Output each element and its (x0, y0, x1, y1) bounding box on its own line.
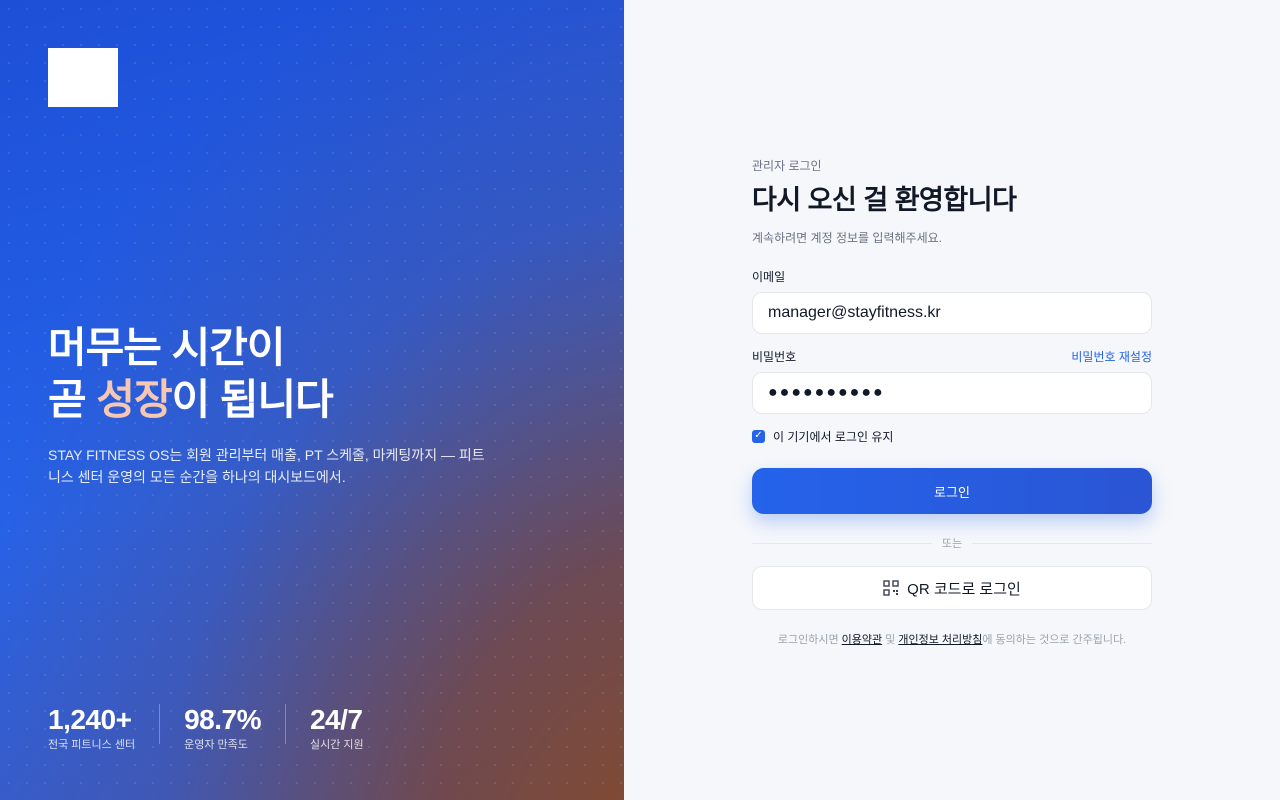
stat-centers: 1,240+ 전국 피트니스 센터 (48, 704, 161, 751)
password-field[interactable]: ●●●●●●●●●● (752, 372, 1152, 414)
stat-value: 24/7 (309, 704, 363, 735)
hero-title-line2: 곧 성장이 됩니다 (48, 374, 334, 426)
remember-me[interactable]: ✓ 이 기기에서 로그인 유지 (752, 428, 1152, 444)
hero-title-accent: 성장 (96, 376, 172, 423)
or-label: 또는 (941, 538, 963, 550)
terms-mid: 및 (882, 634, 899, 646)
login-subtitle: 계속하려면 계정 정보를 입력해주세요. (752, 231, 942, 245)
password-label: 비밀번호 (752, 349, 797, 364)
login-eyebrow: 관리자 로그인 (752, 159, 822, 173)
divider-line (972, 542, 1152, 544)
privacy-policy-link[interactable]: 개인정보 처리방침 (898, 634, 982, 646)
stats-row: 1,240+ 전국 피트니스 센터 98.7% 운영자 만족도 24/7 실시간… (48, 704, 412, 751)
qr-login-button[interactable]: QR 코드로 로그인 (752, 566, 1152, 610)
email-field[interactable]: manager@stayfitness.kr (752, 292, 1152, 334)
reset-password-link[interactable]: 비밀번호 재설정 (1071, 348, 1152, 365)
stat-label: 전국 피트니스 센터 (48, 739, 136, 751)
stat-satisfaction: 98.7% 운영자 만족도 (184, 704, 286, 751)
qr-code-icon (883, 580, 899, 596)
terms-post: 에 동의하는 것으로 간주됩니다. (982, 634, 1127, 646)
divider-line (752, 542, 932, 544)
password-label-row: 비밀번호 비밀번호 재설정 (752, 348, 1152, 364)
stat-value: 1,240+ (48, 704, 132, 735)
terms-pre: 로그인하시면 (777, 634, 842, 646)
hero-title-line1: 머무는 시간이 (48, 324, 286, 371)
or-divider: 또는 (752, 536, 1152, 550)
hero-description: STAY FITNESS OS는 회원 관리부터 매출, PT 스케줄, 마케팅… (48, 447, 485, 485)
terms-notice: 로그인하시면 이용약관 및 개인정보 처리방침에 동의하는 것으로 간주됩니다. (752, 632, 1152, 648)
hero-title-line2-post: 이 됩니다 (171, 376, 334, 423)
qr-login-label: QR 코드로 로그인 (907, 580, 1021, 598)
login-title: 다시 오신 걸 환영합니다 (752, 185, 1017, 215)
login-panel: 관리자 로그인 다시 오신 걸 환영합니다 계속하려면 계정 정보를 입력해주세… (624, 0, 1280, 800)
hero-title: 머무는 시간이 곧 성장이 됩니다 (48, 322, 334, 426)
stat-value: 98.7% (184, 704, 261, 735)
brand-logo (48, 48, 118, 107)
terms-of-service-link[interactable]: 이용약관 (842, 634, 882, 646)
stat-support: 24/7 실시간 지원 (309, 704, 388, 751)
hero-title-line2-pre: 곧 (48, 376, 97, 423)
stat-label: 운영자 만족도 (184, 739, 248, 751)
email-label-row: 이메일 (752, 268, 1152, 284)
login-form: 관리자 로그인 다시 오신 걸 환영합니다 계속하려면 계정 정보를 입력해주세… (752, 158, 1152, 648)
stat-label: 실시간 지원 (309, 739, 364, 751)
hero-panel: 머무는 시간이 곧 성장이 됩니다 STAY FITNESS OS는 회원 관리… (0, 0, 624, 800)
remember-checkbox[interactable]: ✓ (752, 429, 765, 443)
remember-label: 이 기기에서 로그인 유지 (773, 429, 894, 444)
login-button[interactable]: 로그인 (752, 468, 1152, 514)
email-label: 이메일 (752, 269, 786, 284)
